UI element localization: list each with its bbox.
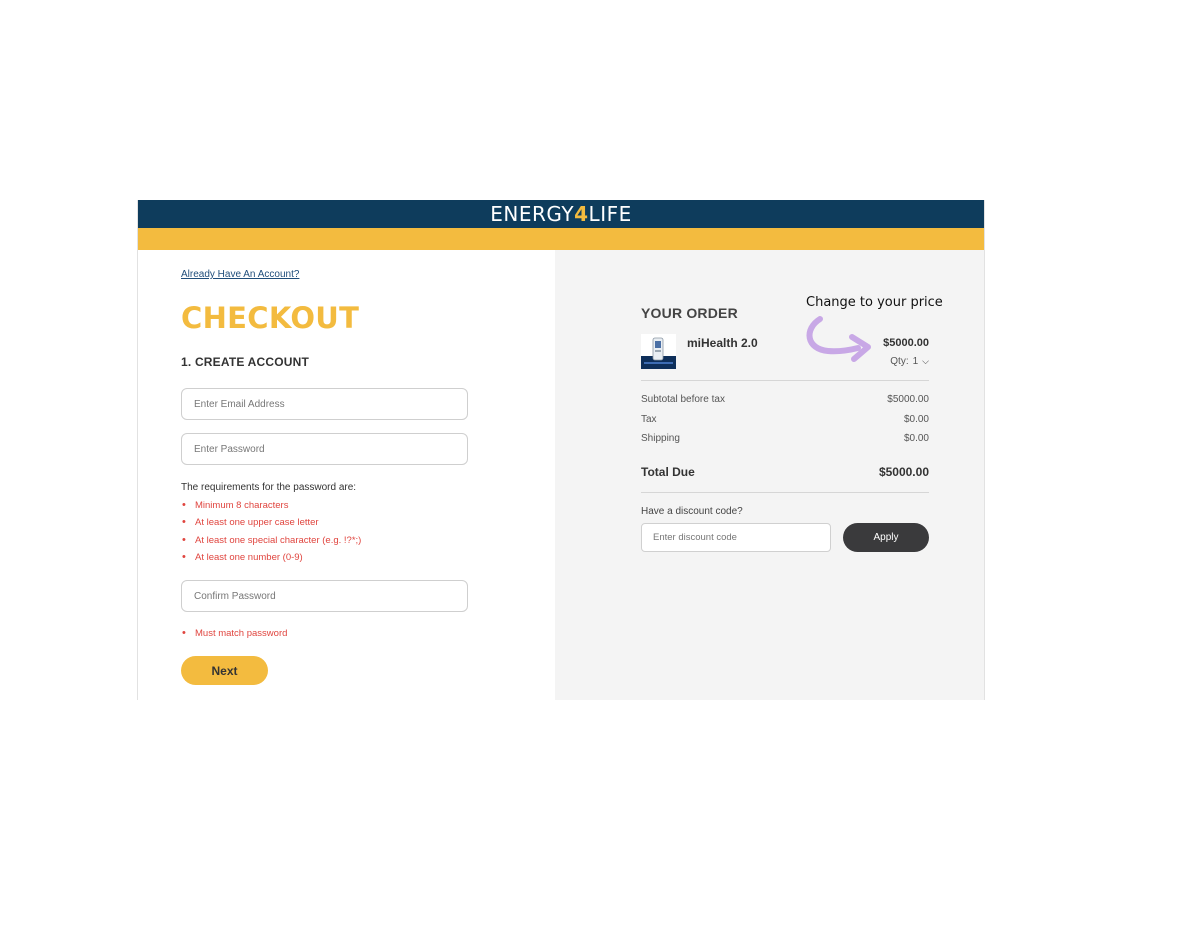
summary-label: Shipping <box>641 433 680 444</box>
confirm-rule-list: Must match password <box>181 625 287 643</box>
logo-text-life: LIFE <box>588 202 632 226</box>
annotation-text: Change to your price <box>806 295 943 310</box>
logo-text-four: 4 <box>574 202 589 226</box>
divider <box>641 492 929 493</box>
quantity-selector[interactable]: Qty: 1 ⌵ <box>890 356 929 367</box>
chevron-down-icon[interactable]: ⌵ <box>922 356 929 367</box>
total-label: Total Due <box>641 465 695 479</box>
product-name: miHealth 2.0 <box>687 336 758 350</box>
accent-bar <box>138 228 984 250</box>
header-bar: ENERGY4LIFE <box>138 200 984 228</box>
discount-label: Have a discount code? <box>641 506 743 517</box>
total-value: $5000.00 <box>878 465 929 479</box>
already-have-account-link[interactable]: Already Have An Account? <box>181 269 299 280</box>
create-account-panel: Already Have An Account? CHECKOUT 1. CRE… <box>138 250 555 700</box>
product-image <box>641 334 676 369</box>
qty-label: Qty: <box>890 356 909 367</box>
requirement-item: Minimum 8 characters <box>181 497 361 515</box>
brand-logo: ENERGY4LIFE <box>138 203 984 225</box>
apply-discount-button[interactable]: Apply <box>843 523 929 552</box>
order-summary-panel: YOUR ORDER miHealth 2.0 $5000.00 Qty: 1 … <box>555 250 984 700</box>
confirm-password-field[interactable] <box>181 580 468 612</box>
product-price: $5000.00 <box>883 337 929 349</box>
summary-row-subtotal: Subtotal before tax $5000.00 <box>641 394 929 405</box>
summary-value: $0.00 <box>903 433 929 444</box>
password-requirements-list: Minimum 8 characters At least one upper … <box>181 497 361 566</box>
summary-row-shipping: Shipping $0.00 <box>641 433 929 444</box>
curved-arrow-icon <box>806 316 871 362</box>
discount-code-input[interactable] <box>641 523 831 552</box>
summary-value: $0.00 <box>903 414 929 425</box>
device-icon <box>641 334 676 369</box>
requirement-item: At least one number (0-9) <box>181 549 361 567</box>
requirement-item: At least one special character (e.g. !?*… <box>181 532 361 550</box>
order-title: YOUR ORDER <box>641 305 738 321</box>
email-field[interactable] <box>181 388 468 420</box>
divider <box>641 380 929 381</box>
summary-value: $5000.00 <box>887 394 929 405</box>
password-requirements-heading: The requirements for the password are: <box>181 482 357 493</box>
step-title: 1. CREATE ACCOUNT <box>181 355 310 369</box>
summary-row-total: Total Due $5000.00 <box>641 465 929 479</box>
qty-value: 1 <box>912 356 919 367</box>
confirm-rule-item: Must match password <box>181 625 287 643</box>
summary-label: Tax <box>641 414 657 425</box>
checkout-page: ENERGY4LIFE Already Have An Account? CHE… <box>137 200 985 700</box>
page-title: CHECKOUT <box>181 301 360 335</box>
summary-row-tax: Tax $0.00 <box>641 414 929 425</box>
next-button[interactable]: Next <box>181 656 268 685</box>
password-field[interactable] <box>181 433 468 465</box>
logo-text-energy: ENERGY <box>490 202 575 226</box>
summary-label: Subtotal before tax <box>641 394 725 405</box>
requirement-item: At least one upper case letter <box>181 514 361 532</box>
